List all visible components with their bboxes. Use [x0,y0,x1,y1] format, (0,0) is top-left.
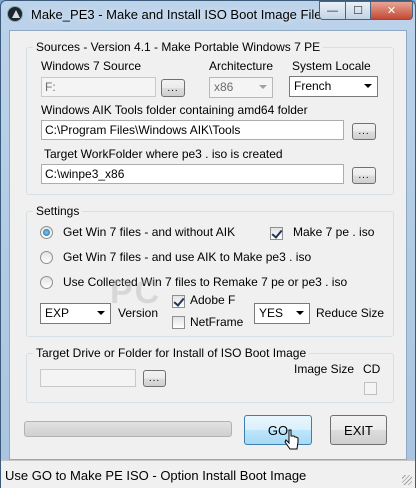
minimize-button[interactable]: — [319,1,346,20]
settings-group: Settings Get Win 7 files - and without A… [26,204,394,337]
option-use-aik-radio[interactable] [40,251,53,264]
target-group: Target Drive or Folder for Install of IS… [26,346,394,403]
sources-legend: Sources - Version 4.1 - Make Portable Wi… [33,40,324,54]
locale-value: French [294,79,332,93]
client-area: Sources - Version 4.1 - Make Portable Wi… [9,30,407,460]
netframe-label[interactable]: NetFrame [190,315,243,329]
chevron-down-icon [97,311,105,315]
option-without-aik-radio[interactable] [40,226,53,239]
chevron-down-icon [364,84,372,88]
chevron-down-icon [296,311,304,315]
maximize-button[interactable]: ☐ [345,1,371,20]
settings-legend: Settings [33,204,83,218]
go-button[interactable]: GO [244,415,312,445]
win7-source-field[interactable]: F: [41,77,156,97]
target-legend: Target Drive or Folder for Install of IS… [33,346,310,360]
architecture-value: x86 [214,80,234,94]
adobe-checkbox[interactable] [172,295,185,308]
option-remake-radio[interactable] [40,276,53,289]
app-icon [7,6,23,22]
chevron-down-icon [259,85,267,89]
adobe-label[interactable]: Adobe F [190,293,235,307]
title-bar[interactable]: Make_PE3 - Make and Install ISO Boot Ima… [1,1,415,29]
reduce-size-value: YES [259,306,284,320]
version-value: EXP [45,306,70,320]
cd-label: CD [363,362,381,376]
aik-folder-browse-button[interactable]: ... [352,123,376,140]
option-use-aik-label[interactable]: Get Win 7 files - and use AIK to Make pe… [63,250,311,264]
progress-bar [24,421,232,437]
workfolder-browse-button[interactable]: ... [352,167,376,184]
version-label: Version [118,306,159,320]
status-text: Use GO to Make PE ISO - Option Install B… [5,468,307,483]
win7-source-browse-button[interactable]: ... [161,79,185,97]
window-title: Make_PE3 - Make and Install ISO Boot Ima… [31,7,322,22]
reduce-size-select[interactable]: YES [254,303,310,324]
architecture-select[interactable]: x86 [209,77,273,98]
locale-select[interactable]: French [289,76,378,97]
version-select[interactable]: EXP [40,303,111,324]
locale-label: System Locale [292,59,371,73]
option-remake-label[interactable]: Use Collected Win 7 files to Remake 7 pe… [63,275,347,289]
option-without-aik-label[interactable]: Get Win 7 files - and without AIK [63,225,235,239]
mouse-pointer-icon [284,429,299,450]
netframe-checkbox[interactable] [172,316,185,329]
architecture-label: Architecture [209,59,274,73]
status-bar: Use GO to Make PE ISO - Option Install B… [1,460,415,488]
target-drive-field[interactable] [40,369,136,387]
target-browse-button[interactable]: ... [143,370,166,387]
image-size-label: Image Size [294,362,355,376]
close-button[interactable]: ✕ [370,1,413,20]
reduce-size-label: Reduce Size [316,306,385,320]
sources-group: Sources - Version 4.1 - Make Portable Wi… [26,40,394,195]
cd-checkbox[interactable] [364,382,377,395]
aik-folder-field[interactable]: C:\Program Files\Windows AIK\Tools [41,120,344,140]
make-7pe-label[interactable]: Make 7 pe . iso [293,225,374,239]
main-window: Make_PE3 - Make and Install ISO Boot Ima… [0,0,416,488]
workfolder-field[interactable]: C:\winpe3_x86 [41,164,344,184]
exit-button[interactable]: EXIT [330,415,387,445]
resize-grip-icon[interactable] [402,475,412,485]
win7-source-label: Windows 7 Source [41,59,142,73]
make-7pe-checkbox[interactable] [270,227,283,240]
workfolder-label: Target WorkFolder where pe3 . iso is cre… [44,147,283,161]
aik-folder-label: Windows AIK Tools folder containing amd6… [41,103,308,117]
